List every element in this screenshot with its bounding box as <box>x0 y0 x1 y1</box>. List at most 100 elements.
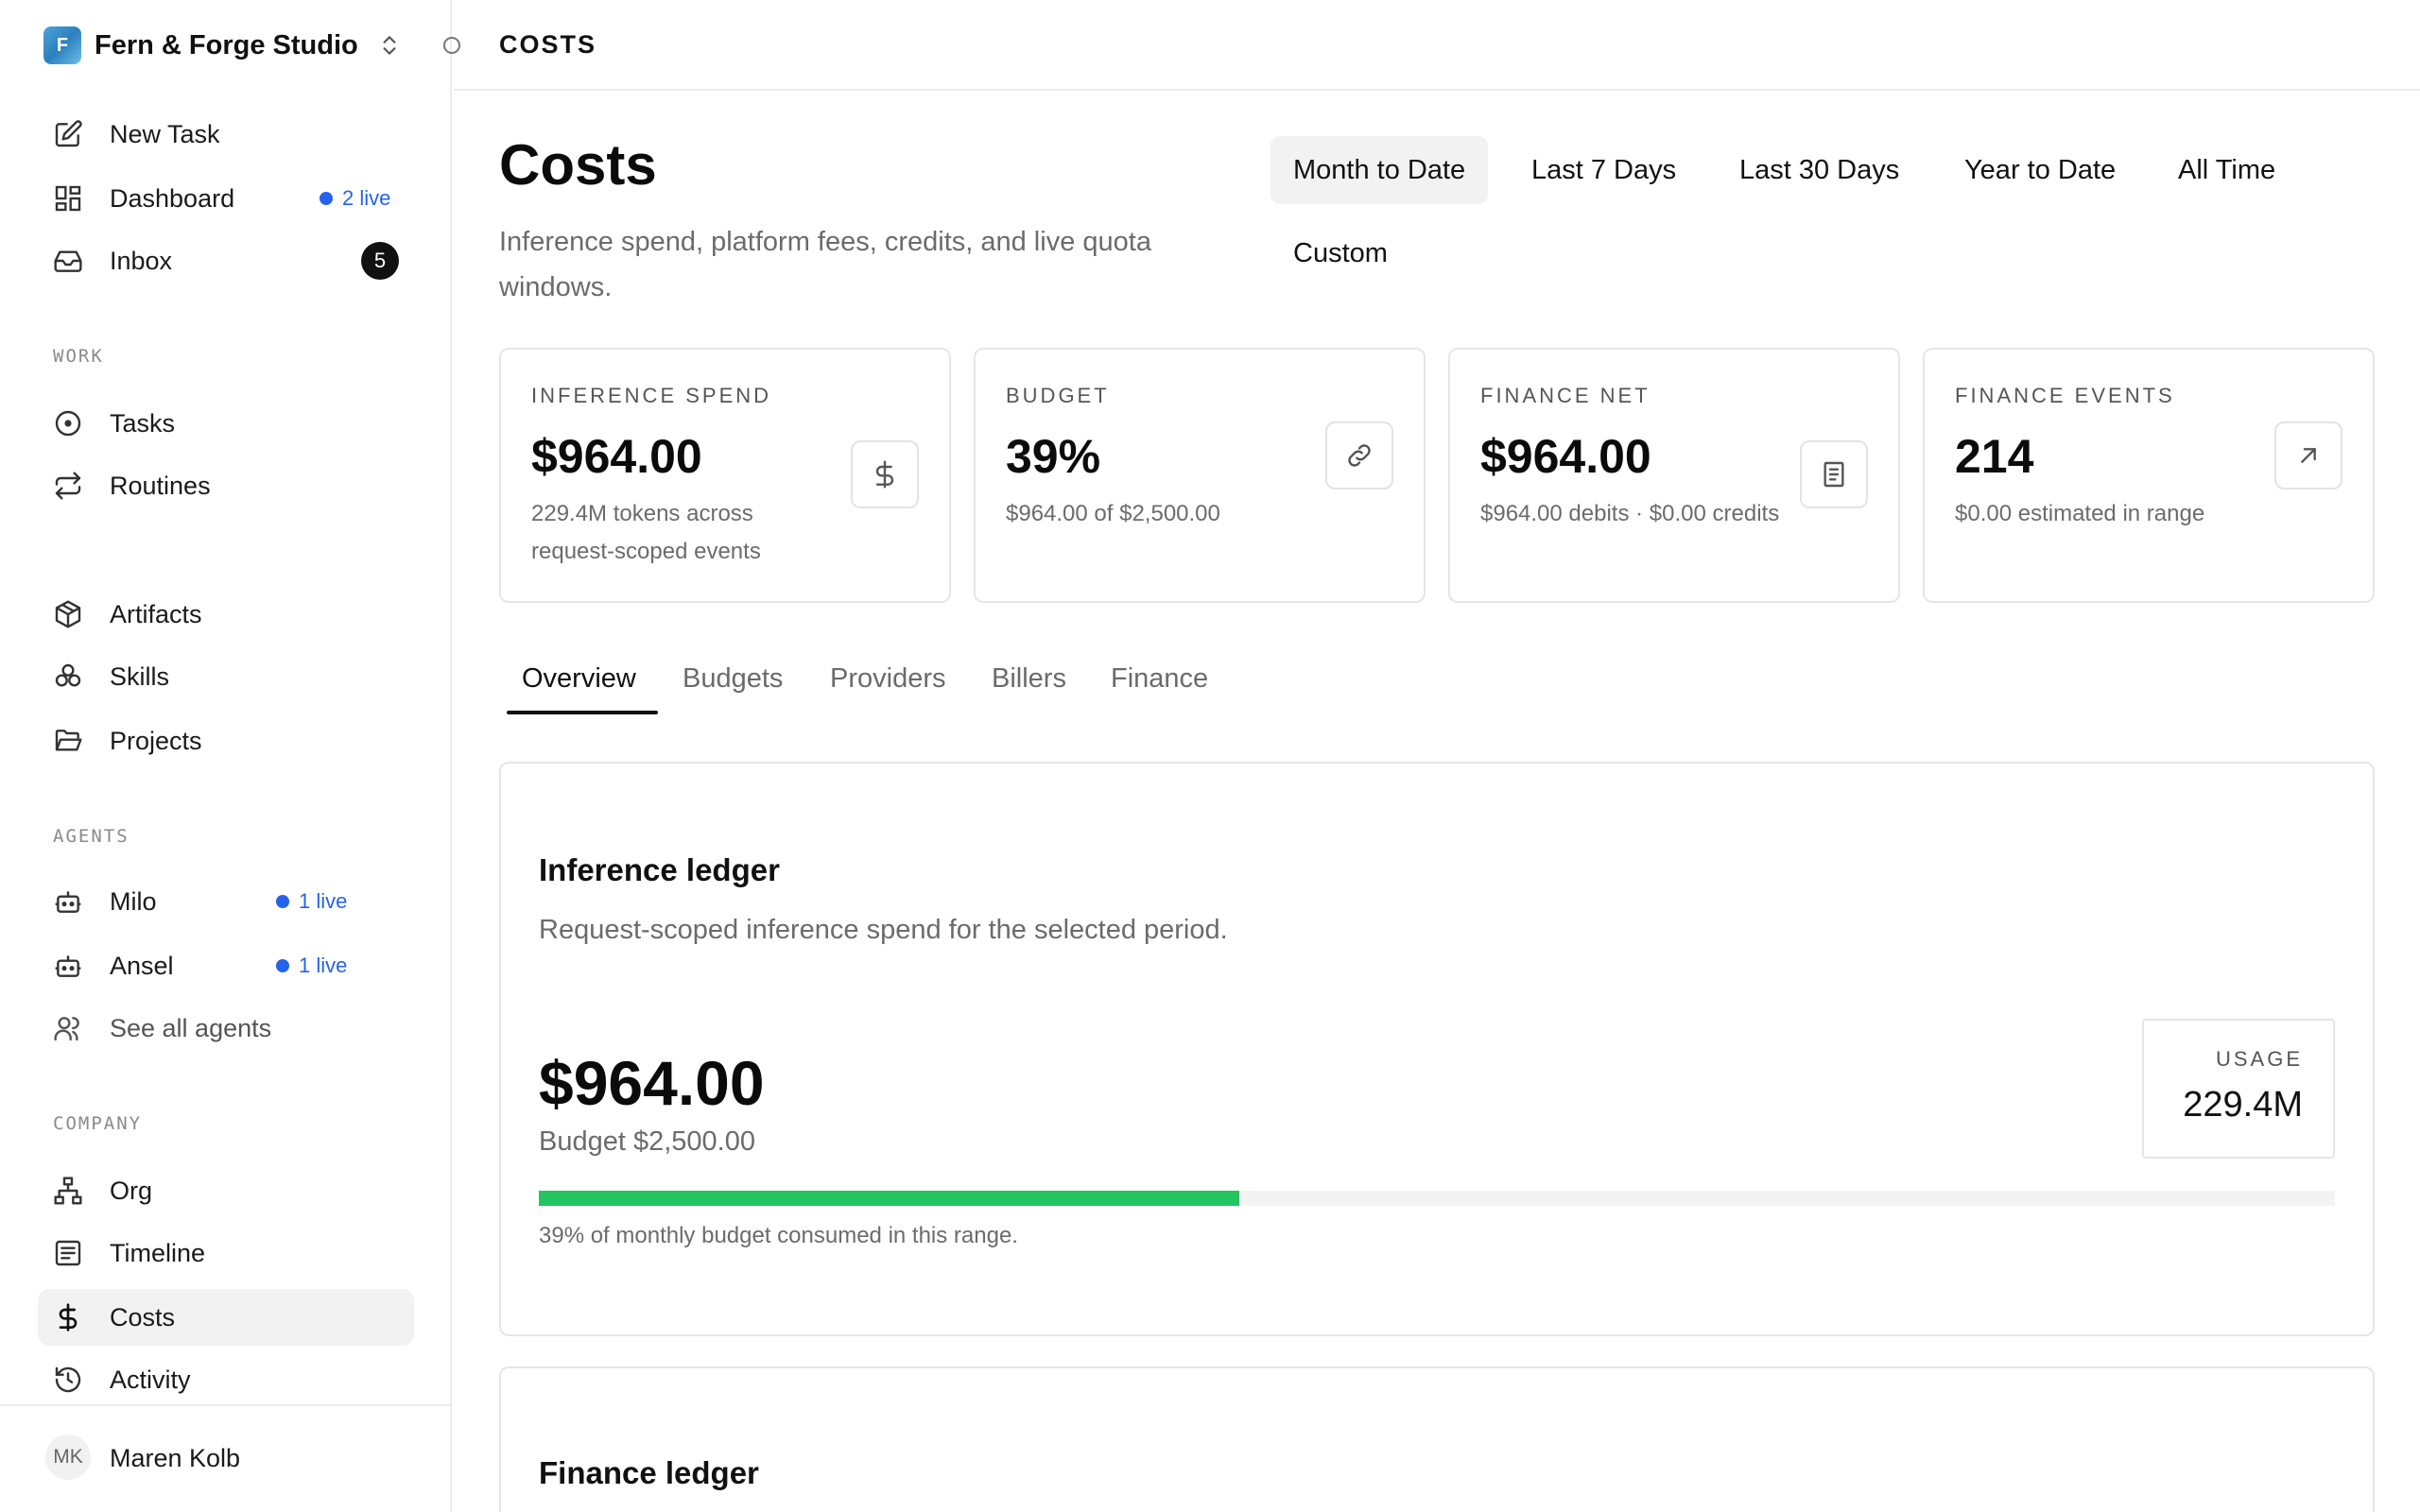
range-custom[interactable]: Custom <box>1270 219 1410 287</box>
live-count: 1 live <box>299 954 348 977</box>
org-chart-icon <box>54 1177 82 1205</box>
spend-amount: $964.00 <box>539 1048 765 1118</box>
sidebar-item-costs[interactable]: Costs <box>38 1289 414 1346</box>
sidebar-item-tasks[interactable]: Tasks <box>38 395 414 452</box>
sidebar-item-timeline[interactable]: Timeline <box>38 1225 414 1281</box>
range-month-to-date[interactable]: Month to Date <box>1270 136 1489 204</box>
card-value: $964.00 <box>1480 430 1651 483</box>
range-all-time[interactable]: All Time <box>2155 136 2298 204</box>
avatar: MK <box>45 1435 91 1480</box>
circle-dot-icon <box>55 410 81 437</box>
package-icon <box>55 600 81 628</box>
top-bar: COSTS <box>454 0 2420 91</box>
tab-budgets[interactable]: Budgets <box>683 663 783 695</box>
sidebar-item-label: New Task <box>110 119 220 148</box>
company-logo: F <box>43 26 81 64</box>
dashboard-icon <box>55 185 81 212</box>
card-subtext: 229.4M tokens across request-scoped even… <box>531 501 761 564</box>
tab-finance[interactable]: Finance <box>1111 663 1208 695</box>
range-last-30-days[interactable]: Last 30 Days <box>1717 136 1922 204</box>
sidebar-item-skills[interactable]: Skills <box>38 648 414 705</box>
live-dot <box>276 895 289 908</box>
sidebar-item-label: Costs <box>110 1302 176 1332</box>
inbox-count-badge: 5 <box>361 242 399 280</box>
live-indicator: 1 live <box>276 889 347 914</box>
sidebar-item-label: Dashboard <box>110 183 235 213</box>
sidebar-item-activity[interactable]: Activity <box>38 1351 414 1408</box>
panel-subtitle: Request-scoped inference spend for the s… <box>539 915 1228 945</box>
sidebar-item-dashboard[interactable]: Dashboard 2 live <box>38 170 414 227</box>
budget-amount: Budget $2,500.00 <box>539 1126 755 1157</box>
card-value: 214 <box>1955 430 2034 483</box>
tab-billers[interactable]: Billers <box>992 663 1066 695</box>
live-indicator: 2 live <box>320 186 390 211</box>
page-subtitle: Inference spend, platform fees, credits,… <box>499 227 1151 302</box>
sidebar-item-artifacts[interactable]: Artifacts <box>38 586 414 643</box>
sidebar-item-label: Ansel <box>110 951 174 980</box>
tab-providers[interactable]: Providers <box>830 663 946 695</box>
user-menu[interactable]: MK Maren Kolb <box>0 1404 452 1512</box>
link-icon <box>1325 421 1393 490</box>
card-subtext: $964.00 of $2,500.00 <box>1006 501 1220 526</box>
sidebar-item-new-task[interactable]: New Task <box>38 106 414 163</box>
usage-value: 229.4M <box>2183 1085 2303 1125</box>
range-last-7-days[interactable]: Last 7 Days <box>1509 136 1699 204</box>
sidebar-item-label: Milo <box>110 886 157 916</box>
panel-title: Finance ledger <box>539 1455 759 1490</box>
range-year-to-date[interactable]: Year to Date <box>1942 136 2138 204</box>
metric-card-finance-net: FINANCE NET $964.00 $964.00 debits · $0.… <box>1448 348 1900 603</box>
card-label: BUDGET <box>1006 384 1110 407</box>
sidebar-item-milo[interactable]: Milo 1 live <box>38 873 414 930</box>
progress-note: 39% of monthly budget consumed in this r… <box>539 1223 1018 1248</box>
sidebar-item-inbox[interactable]: Inbox 5 <box>38 232 414 289</box>
arrow-up-right-icon <box>2274 421 2342 490</box>
section-label-work: WORK <box>53 346 104 367</box>
sidebar-item-org[interactable]: Org <box>38 1162 414 1219</box>
sidebar-item-see-all-agents[interactable]: See all agents <box>38 1000 414 1057</box>
live-indicator: 1 live <box>276 954 347 978</box>
section-label-agents: AGENTS <box>53 826 130 847</box>
folder-open-icon <box>55 730 82 751</box>
sidebar: F Fern & Forge Studio New Task Dashboard… <box>0 0 460 1512</box>
dollar-icon <box>851 440 919 508</box>
card-value: $964.00 <box>531 430 702 483</box>
timeline-icon <box>55 1240 81 1266</box>
metric-card-inference-spend: INFERENCE SPEND $964.00 229.4M tokens ac… <box>499 348 951 603</box>
budget-progress-bar <box>539 1191 2335 1206</box>
live-dot <box>320 192 333 205</box>
panel-title: Inference ledger <box>539 852 780 887</box>
sidebar-item-routines[interactable]: Routines <box>38 457 414 514</box>
finance-ledger-panel: Finance ledger <box>499 1366 2375 1512</box>
sidebar-item-ansel[interactable]: Ansel 1 live <box>38 937 414 994</box>
breadcrumb: COSTS <box>499 30 597 59</box>
usage-label: USAGE <box>2215 1047 2303 1071</box>
sidebar-item-label: Routines <box>110 471 211 500</box>
receipt-icon <box>1800 440 1868 508</box>
card-label: INFERENCE SPEND <box>531 384 772 407</box>
chevron-up-down-icon <box>383 36 396 55</box>
page-title: Costs <box>499 133 657 197</box>
card-label: FINANCE EVENTS <box>1955 384 2175 407</box>
inference-ledger-panel: Inference ledger Request-scoped inferenc… <box>499 762 2375 1336</box>
card-subtext: $964.00 debits · $0.00 credits <box>1480 501 1780 526</box>
budget-progress-fill <box>539 1191 1239 1206</box>
sidebar-item-label: Timeline <box>110 1238 206 1267</box>
sidebar-item-label: Tasks <box>110 408 176 438</box>
bot-icon <box>55 891 81 913</box>
live-count: 2 live <box>342 186 391 210</box>
history-icon <box>55 1366 81 1393</box>
repeat-icon <box>55 472 81 500</box>
metric-card-finance-events: FINANCE EVENTS 214 $0.00 estimated in ra… <box>1923 348 2375 603</box>
edit-icon <box>55 120 82 147</box>
sidebar-item-projects[interactable]: Projects <box>38 713 414 769</box>
user-name: Maren Kolb <box>110 1444 241 1472</box>
sidebar-item-label: Projects <box>110 726 202 755</box>
company-switcher[interactable]: F Fern & Forge Studio <box>43 25 402 66</box>
sidebar-item-label: See all agents <box>110 1013 272 1042</box>
users-icon <box>54 1017 79 1041</box>
tab-overview[interactable]: Overview <box>522 663 636 695</box>
company-name: Fern & Forge Studio <box>95 29 358 60</box>
card-subtext: $0.00 estimated in range <box>1955 501 2205 526</box>
sidebar-item-label: Org <box>110 1176 153 1205</box>
sidebar-item-label: Inbox <box>110 246 173 275</box>
